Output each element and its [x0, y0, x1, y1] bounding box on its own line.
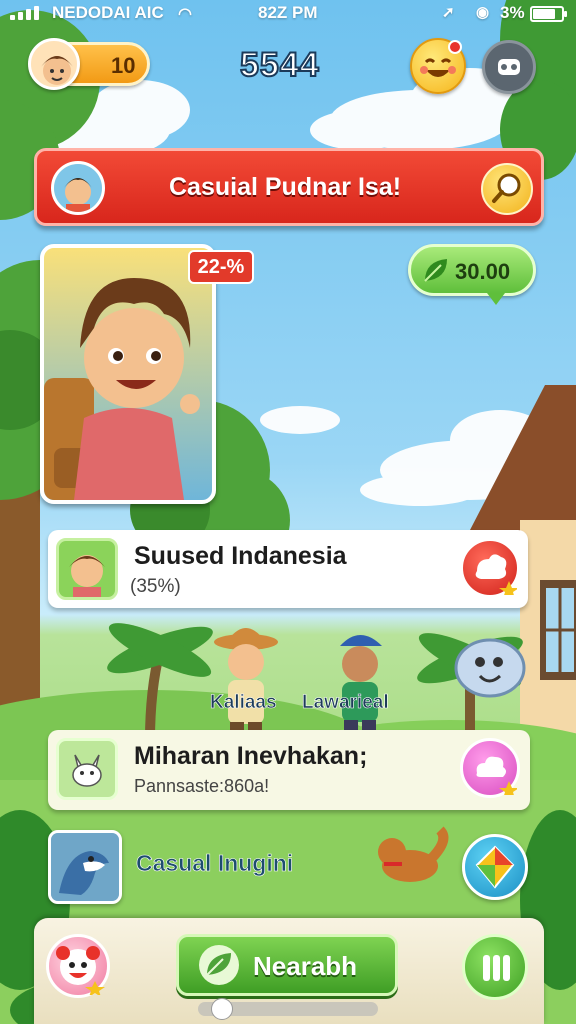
- coin-value: 10: [111, 53, 136, 78]
- price-bubble[interactable]: 30.00: [408, 244, 536, 305]
- player-avatar[interactable]: [28, 38, 80, 90]
- carrier-name: NEDODAI AIC: [52, 3, 164, 22]
- battery-icon: [530, 6, 567, 22]
- character-portrait-card[interactable]: [40, 244, 216, 504]
- leaf-icon: [424, 259, 447, 282]
- card-title: Suused Indanesia: [134, 542, 347, 570]
- list-item-miharan[interactable]: Miharan Inevhakan; Pannsaste:860a!: [48, 730, 530, 810]
- signal-icon: [10, 6, 46, 20]
- character-label-left: Kaliaas: [210, 692, 277, 714]
- card-action-button[interactable]: [460, 538, 520, 599]
- price-value: 30.00: [455, 259, 511, 284]
- leaf-icon: [199, 945, 239, 985]
- status-bar: NEDODAI AIC ◠ 82Z PM ➚ ◉ 3%: [0, 0, 576, 28]
- wifi-icon: ◠: [178, 6, 192, 23]
- list-item-suused[interactable]: Suused Indanesia (35%): [48, 530, 528, 608]
- red-splash-icon: [475, 554, 519, 599]
- nearby-label: Nearabh: [253, 951, 358, 981]
- clock: 82Z PM: [258, 3, 318, 22]
- kite-icon: [475, 845, 515, 889]
- alarm-icon: ◉: [476, 4, 490, 21]
- pink-cloud-icon: [476, 756, 519, 799]
- magnifier-icon: [492, 173, 521, 203]
- card-thumbnail: [56, 538, 118, 600]
- shark-thumbnail[interactable]: [48, 830, 122, 904]
- emoji-button[interactable]: [410, 38, 466, 94]
- card-subtitle: Pannsaste:860a!: [134, 776, 270, 796]
- clown-icon: [56, 946, 105, 997]
- discount-badge: 22-%: [188, 250, 254, 284]
- progress-slider[interactable]: [198, 998, 378, 1020]
- clown-button[interactable]: [46, 934, 110, 998]
- card-title: Miharan Inevhakan;: [134, 742, 368, 770]
- game-controller-icon: [498, 59, 520, 75]
- row-label: Casual Inugini: [136, 850, 294, 877]
- boy-portrait: [44, 278, 200, 500]
- card-action-button[interactable]: [460, 738, 520, 799]
- character-label-right: Lawarieal: [302, 692, 389, 714]
- notification-dot: [448, 40, 462, 54]
- score-display: 5544: [239, 45, 320, 85]
- slider-knob[interactable]: [211, 998, 233, 1020]
- banner-avatar: [51, 161, 105, 215]
- character-boy-cap: [340, 635, 382, 742]
- nearby-button[interactable]: Nearabh: [176, 934, 398, 996]
- card-thumbnail: [56, 738, 118, 800]
- search-button[interactable]: [481, 163, 533, 215]
- event-banner[interactable]: Casuial Pudnar Isa!: [34, 148, 544, 226]
- banner-title: Casuial Pudnar Isa!: [169, 173, 402, 201]
- location-icon: ➚: [442, 4, 455, 21]
- pause-button[interactable]: [462, 934, 528, 1000]
- kite-button[interactable]: [462, 834, 528, 900]
- controller-button[interactable]: [482, 40, 536, 94]
- card-subtitle: (35%): [130, 576, 181, 597]
- battery-percent: 3%: [500, 3, 525, 22]
